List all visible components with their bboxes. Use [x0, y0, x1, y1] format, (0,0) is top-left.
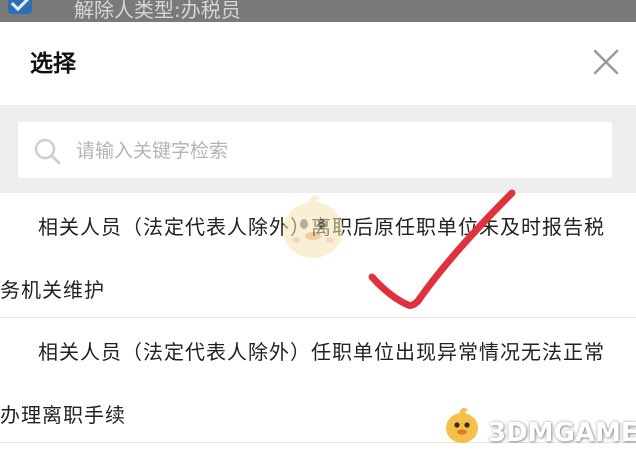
option-text-line2: 务机关维护	[0, 278, 105, 302]
background-page: 解除人类型:办税员	[0, 0, 636, 22]
option-text-line2: 办理离职手续	[0, 403, 126, 427]
option-text-line1: 相关人员（法定代表人除外）任职单位出现异常情况无法正常	[38, 340, 605, 364]
watermark-text: 3DMGAME	[488, 418, 636, 448]
close-icon	[593, 49, 619, 75]
close-button[interactable]	[586, 42, 626, 82]
dialog-title: 选择	[30, 51, 76, 77]
watermark-logo-icon	[446, 407, 478, 443]
mascot-watermark-icon	[283, 195, 343, 258]
checkmark-annotation-icon	[368, 189, 516, 309]
search-icon	[34, 138, 61, 165]
search-input[interactable]	[74, 122, 598, 180]
background-checkbox	[8, 0, 32, 14]
background-field-text: 解除人类型:办税员	[74, 0, 241, 22]
dialog-header: 选择	[0, 22, 636, 105]
search-box[interactable]	[18, 122, 612, 180]
